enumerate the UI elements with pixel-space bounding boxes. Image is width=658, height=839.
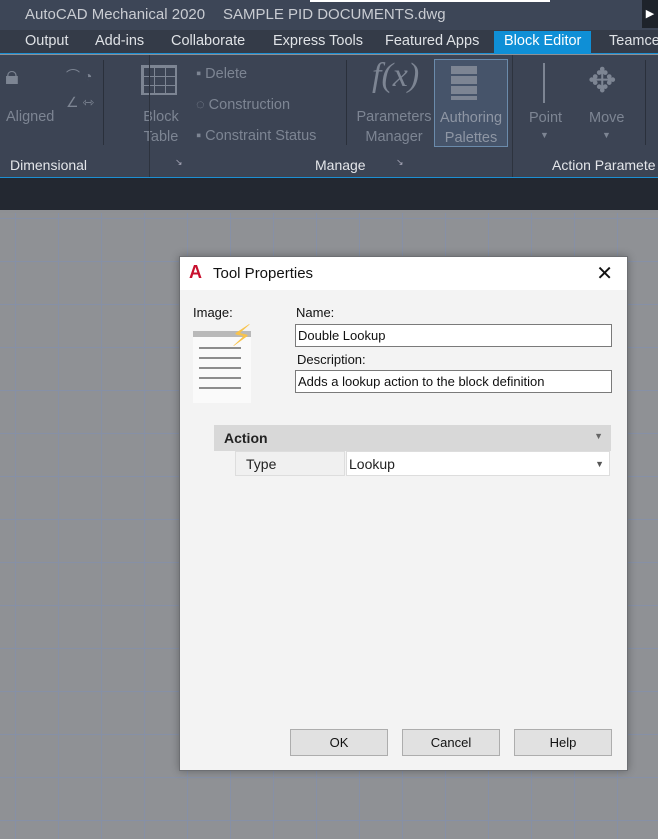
block-table-button[interactable]: Block Table	[141, 107, 181, 147]
title-highlight	[310, 0, 550, 2]
document-title: SAMPLE PID DOCUMENTS.dwg	[223, 6, 446, 23]
lightning-icon: ⚡︎	[231, 320, 253, 353]
point-icon	[543, 63, 553, 103]
label: Palettes	[444, 130, 498, 146]
label: Parameters	[356, 109, 432, 125]
tab-featured-apps[interactable]: Featured Apps	[385, 33, 479, 49]
tab-teamcenter[interactable]: Teamce	[609, 33, 658, 49]
label: Manager	[365, 129, 423, 145]
label: Authoring	[439, 110, 503, 126]
scroll-right-icon[interactable]: ▶	[642, 0, 658, 28]
toolbar-strip	[0, 178, 658, 210]
dialog-title: Tool Properties	[213, 265, 314, 282]
title-bar: AutoCAD Mechanical 2020 SAMPLE PID DOCUM…	[0, 0, 658, 30]
panel-label-manage: Manage	[315, 157, 366, 173]
close-icon[interactable]: ✕	[596, 261, 613, 286]
panel-label-dimensional: Dimensional	[10, 157, 88, 173]
name-label: Name:	[296, 305, 335, 320]
tab-express-tools[interactable]: Express Tools	[273, 33, 363, 49]
image-label: Image:	[193, 305, 233, 320]
dialog-launcher-icon[interactable]: ↘	[175, 157, 183, 168]
tab-output[interactable]: Output	[25, 33, 69, 49]
autocad-logo-icon: A	[189, 262, 202, 282]
ribbon: 🔒︎ Aligned ⌒ ◔ ∠ ⇿ Block Table ▪ Delete ◌ …	[0, 55, 658, 178]
label: Table	[143, 129, 179, 145]
ribbon-tabs: Output Add-ins Collaborate Express Tools…	[0, 30, 658, 54]
aligned-button[interactable]: Aligned	[6, 107, 54, 127]
ok-button[interactable]: OK	[290, 729, 388, 756]
authoring-palettes-button[interactable]: Authoring Palettes	[434, 59, 508, 147]
chevron-down-icon[interactable]: ▼	[595, 459, 604, 469]
panel-label-action-parameters: Action Paramete	[552, 157, 656, 173]
construction-label: Construction	[208, 97, 291, 113]
type-value: Lookup	[349, 456, 395, 472]
app-title: AutoCAD Mechanical 2020	[25, 6, 206, 23]
constraint-status-button[interactable]: ▪ Constraint Status	[196, 126, 316, 146]
property-label: Type	[246, 456, 277, 472]
type-dropdown[interactable]: Lookup ▼	[346, 451, 610, 476]
constraint-status-label: Constraint Status	[205, 128, 317, 144]
action-section-header[interactable]: Action ▼	[214, 425, 611, 451]
tool-image[interactable]: ⚡︎	[193, 320, 252, 403]
move-icon: ✥	[588, 62, 617, 100]
palettes-icon	[451, 66, 477, 100]
section-title: Action	[224, 430, 268, 446]
function-icon: f(x)	[372, 57, 420, 94]
description-input[interactable]: Adds a lookup action to the block defini…	[295, 370, 612, 393]
construction-button[interactable]: ◌ Construction	[196, 95, 290, 115]
delete-button[interactable]: ▪ Delete	[196, 64, 247, 84]
dialog-launcher-icon[interactable]: ↘	[396, 157, 404, 168]
help-button[interactable]: Help	[514, 729, 612, 756]
description-label: Description:	[297, 352, 366, 367]
parameters-manager-button[interactable]: Parameters Manager	[356, 107, 432, 147]
move-dropdown-icon[interactable]: ▼	[602, 125, 611, 145]
dialog-title-bar: A Tool Properties ✕	[180, 257, 627, 290]
label: Block	[143, 109, 179, 125]
cancel-button[interactable]: Cancel	[402, 729, 500, 756]
delete-label: Delete	[205, 66, 248, 82]
name-input[interactable]: Double Lookup	[295, 324, 612, 347]
tab-add-ins[interactable]: Add-ins	[95, 33, 144, 49]
block-table-icon	[141, 65, 177, 95]
tab-collaborate[interactable]: Collaborate	[171, 33, 245, 49]
tab-block-editor[interactable]: Block Editor	[494, 31, 592, 54]
type-property-name: Type	[235, 451, 345, 476]
point-dropdown-icon[interactable]: ▼	[540, 125, 549, 145]
aligned-lock-icon: 🔒︎	[5, 60, 19, 90]
collapse-icon[interactable]: ▼	[594, 431, 603, 441]
tool-properties-dialog: A Tool Properties ✕ Image: ⚡︎ Name: Doub…	[179, 256, 628, 771]
constraint-icons[interactable]: ⌒ ◔ ∠ ⇿	[66, 63, 121, 115]
